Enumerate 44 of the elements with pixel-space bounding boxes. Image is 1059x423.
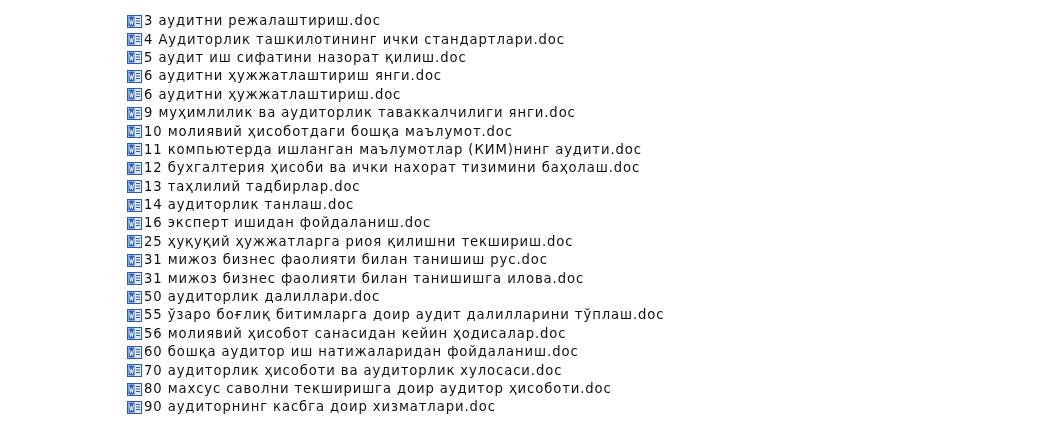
file-name[interactable]: 55 ўзаро боғлиқ битимларга доир аудит далилларини тўплаш.doc [144,306,665,325]
document-icon [127,106,142,120]
document-icon [127,364,142,378]
file-name[interactable]: 6 аудитни ҳужжатлаштириш.doc [144,85,402,104]
document-icon [127,161,142,175]
file-name[interactable]: 10 молиявий ҳисоботдаги бошқа маълумот.doc [144,122,513,141]
file-name[interactable]: 70 аудиторлик ҳисоботи ва аудиторлик хулосаси.doc [144,361,563,380]
document-icon [127,308,142,322]
file-name[interactable]: 56 молиявий ҳисобот санасидан кейин ҳодисалар.doc [144,324,567,343]
file-name[interactable]: 6 аудитни ҳужжатлаштириш янги.doc [144,67,443,86]
document-icon [127,272,142,286]
file-name[interactable]: 80 махсус саволни текширишга доир аудитор ҳисоботи.doc [144,380,612,398]
file-name[interactable]: 5 аудит иш сифатини назорат қилиш.doc [144,48,467,67]
document-icon [127,253,142,267]
file-name[interactable]: 90 аудиторнинг касбга доир хизматлари.doc [144,398,496,417]
file-name[interactable]: 60 бошқа аудитор иш натижаларидан фойдаланиш.doc [144,343,579,362]
document-icon [127,33,142,47]
document-icon [127,345,142,359]
document-icon [127,382,142,396]
document-icon [127,180,142,194]
file-name[interactable]: 3 аудитни режалаштириш.doc [144,12,381,31]
file-name[interactable]: 31 мижоз бизнес фаолияти билан танишишга илова.doc [144,269,585,288]
file-name[interactable]: 16 эксперт ишидан фойдаланиш.doc [144,214,432,233]
file-name[interactable]: 14 аудиторлик танлаш.doc [144,196,355,215]
document-icon [127,125,142,139]
file-name[interactable]: 13 таҳлилий тадбирлар.doc [144,177,361,196]
file-name[interactable]: 25 ҳуқуқий ҳужжатларга риоя қилишни текшириш.doc [144,232,574,251]
document-icon [127,235,142,249]
file-name[interactable]: 4 Аудиторлик ташкилотининг ички стандартлари.doc [144,30,565,49]
document-icon [127,400,142,414]
document-icon [127,327,142,341]
document-icon [127,143,142,157]
file-name[interactable]: 12 бухгалтерия ҳисоби ва ички нахорат тизимини баҳолаш.doc [144,159,641,178]
file-name[interactable]: 31 мижоз бизнес фаолияти билан танишиш рус.doc [144,251,548,270]
document-icon [127,51,142,65]
file-name[interactable]: 11 компьютерда ишланган маълумотлар (КИМ)нинг аудити.doc [144,140,642,159]
file-name[interactable]: 50 аудиторлик далиллари.doc [144,288,381,307]
document-icon [127,198,142,212]
document-icon [127,14,142,28]
document-icon [127,290,142,304]
document-icon [127,69,142,83]
file-name[interactable]: 9 муҳимлилик ва аудиторлик таваккалчилиги янги.doc [144,104,576,123]
document-icon [127,88,142,102]
document-icon [127,217,142,230]
